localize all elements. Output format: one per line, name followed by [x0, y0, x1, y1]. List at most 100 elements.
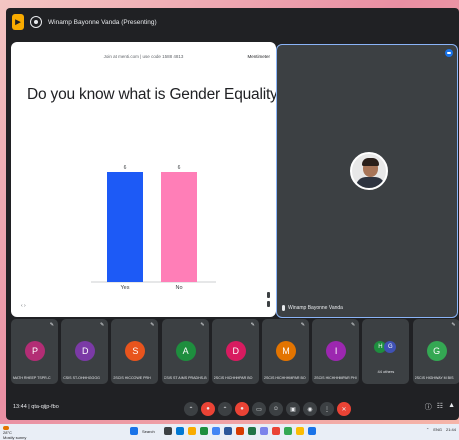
slide-side-button[interactable]: [267, 292, 270, 298]
app-icon[interactable]: [308, 427, 316, 435]
emoji-icon[interactable]: ☺: [269, 402, 283, 416]
file-explorer-icon[interactable]: [188, 427, 196, 435]
others-tile[interactable]: H G 44 others: [362, 319, 410, 384]
presentation-slide: Join at menti.com | use code 1588 4813 M…: [11, 42, 276, 317]
excel-icon[interactable]: [248, 427, 256, 435]
participant-name: 2SCIS HICHHHMPAR PHI: [314, 376, 357, 380]
chart-bar: [161, 172, 197, 282]
participant-name: 2SCIS HICHHHPAR BO: [213, 376, 253, 380]
language-indicator[interactable]: ENG: [433, 427, 442, 432]
tray-overflow-icon[interactable]: ⌃: [426, 427, 429, 432]
participant-name: 2SCIS HICHHHMPAR BO: [264, 376, 306, 380]
participant-avatar: P: [25, 341, 45, 361]
participant-tile[interactable]: ✎ S 2SCIS HICCOWE PRH: [111, 319, 159, 384]
poll-chart: 6 Yes 6 No: [91, 165, 216, 291]
raise-hand-icon[interactable]: ◉: [303, 402, 317, 416]
present-icon[interactable]: ▣: [286, 402, 300, 416]
window-title: Winamp Bayonne Vanda (Presenting): [48, 18, 157, 26]
speaking-indicator-icon: [445, 49, 453, 57]
powerpoint-icon[interactable]: [236, 427, 244, 435]
chrome-icon[interactable]: [212, 427, 220, 435]
edge-icon[interactable]: [176, 427, 184, 435]
more-options-icon[interactable]: ⋮: [320, 402, 334, 416]
taskbar-apps: Search: [130, 427, 316, 435]
participant-tile[interactable]: ✎ A CSIS ST AIMS PRADHS-B: [161, 319, 209, 384]
side-panel-controls: ⓘ ☷ ▲: [425, 402, 455, 412]
captions-icon[interactable]: ▭: [252, 402, 266, 416]
meeting-time: 13:44: [13, 404, 27, 410]
muted-mic-icon: ✎: [200, 322, 205, 328]
meeting-code: qta-qijp-fbo: [31, 404, 59, 410]
presenting-icon: [30, 16, 42, 28]
speaker-avatar: [350, 152, 388, 190]
participant-avatar: G: [384, 341, 397, 353]
leave-call-icon[interactable]: ✕: [337, 402, 351, 416]
muted-mic-icon: ✎: [451, 322, 456, 328]
muted-mic-icon: ✎: [150, 322, 155, 328]
meet-app-icon: ▶: [12, 14, 24, 30]
participant-avatar: D: [75, 341, 96, 361]
title-bar: ▶ Winamp Bayonne Vanda (Presenting): [6, 8, 459, 36]
speaker-name-label: Winamp Bayonne Vanda: [288, 305, 343, 311]
participant-strip: ✎ P MATH RHEEP TSPR-C ✎ D CSIS ST-OHHHGGGG ✎ S 2…: [11, 319, 459, 386]
chart-bar: [107, 172, 143, 282]
participant-avatar: A: [175, 341, 196, 361]
slide-side-controls: [267, 292, 270, 307]
chart-value-label: 6: [124, 165, 127, 171]
meet-window: ▶ Winamp Bayonne Vanda (Presenting) Join…: [6, 8, 459, 420]
speaker-tile[interactable]: Winamp Bayonne Vanda: [276, 44, 458, 318]
participant-tile[interactable]: ✎ D 2SCIS HICHHHPAR BO: [211, 319, 259, 384]
participant-tile[interactable]: ✎ I 2SCIS HICHHHMPAR PHI: [312, 319, 360, 384]
muted-mic-icon: ✎: [300, 322, 305, 328]
app-icon[interactable]: [272, 427, 280, 435]
mic-icon: [282, 305, 285, 311]
participant-tile[interactable]: ✎ M 2SCIS HICHHHMPAR BO: [262, 319, 309, 384]
clock[interactable]: 21:44: [446, 427, 456, 432]
participant-name: CSIS ST-OHHHGGGG: [63, 376, 100, 380]
participant-name: 2SCIS HICCOWE PRH: [113, 376, 151, 380]
app-icon[interactable]: [296, 427, 304, 435]
teams-icon[interactable]: [260, 427, 268, 435]
participant-avatar: M: [276, 341, 296, 361]
participant-name: CSIS ST AIMS PRADHS-B: [163, 376, 207, 380]
taskbar-search[interactable]: Search: [142, 429, 160, 434]
people-icon[interactable]: ☷: [437, 402, 443, 412]
chart-value-label: 6: [178, 165, 181, 171]
muted-mic-icon: ✎: [49, 322, 54, 328]
call-controls: ⌃ ● ⌃ ● ▭ ☺ ▣ ◉ ⋮ ✕: [184, 402, 351, 416]
word-icon[interactable]: [224, 427, 232, 435]
participant-avatar: G: [426, 341, 447, 361]
speaker-name: Winamp Bayonne Vanda: [282, 305, 343, 311]
more-camera-options-icon[interactable]: ⌃: [218, 402, 232, 416]
participant-tile[interactable]: ✎ G 2SCIS HIGHWAY M BIS: [412, 319, 459, 384]
participant-tile[interactable]: ✎ P MATH RHEEP TSPR-C: [11, 319, 58, 384]
participant-avatar: I: [326, 341, 347, 361]
task-view-icon[interactable]: [164, 427, 172, 435]
app-icon[interactable]: [284, 427, 292, 435]
participant-avatar: S: [125, 341, 146, 361]
meeting-toolbar: 13:44 | qta-qijp-fbo ⌃ ● ⌃ ● ▭ ☺ ▣ ◉ ⋮ ✕ ⓘ ☷ ▲: [6, 396, 459, 420]
meeting-details-icon[interactable]: ⓘ: [425, 402, 432, 412]
more-mic-options-icon[interactable]: ⌃: [184, 402, 198, 416]
muted-mic-icon: ✎: [350, 322, 356, 328]
chart-category-label: Yes: [121, 285, 130, 291]
start-icon[interactable]: [130, 427, 138, 435]
chart-category-label: No: [175, 285, 182, 291]
store-icon[interactable]: [200, 427, 208, 435]
weather-widget[interactable]: 28°C Mostly sunny: [3, 426, 26, 440]
weather-text: Mostly sunny: [3, 435, 27, 440]
participant-avatar: D: [225, 341, 246, 361]
others-count: 44 others: [377, 369, 395, 374]
participant-name: 2SCIS HIGHWAY M BIS: [414, 376, 454, 380]
system-tray: ⌃ ENG 21:44: [426, 427, 456, 432]
mic-off-icon[interactable]: ●: [201, 402, 215, 416]
participant-tile[interactable]: ✎ D CSIS ST-OHHHGGGG: [61, 319, 109, 384]
slide-nav-controls[interactable]: ‹ ›: [21, 303, 26, 309]
slide-side-button[interactable]: [267, 301, 270, 307]
participant-name: MATH RHEEP TSPR-C: [13, 376, 51, 380]
meeting-info: 13:44 | qta-qijp-fbo: [13, 404, 59, 410]
muted-mic-icon: ✎: [250, 322, 255, 328]
activities-icon[interactable]: ▲: [448, 402, 455, 412]
camera-off-icon[interactable]: ●: [235, 402, 249, 416]
windows-taskbar: 28°C Mostly sunny Search ⌃ ENG 21:44: [0, 424, 459, 440]
